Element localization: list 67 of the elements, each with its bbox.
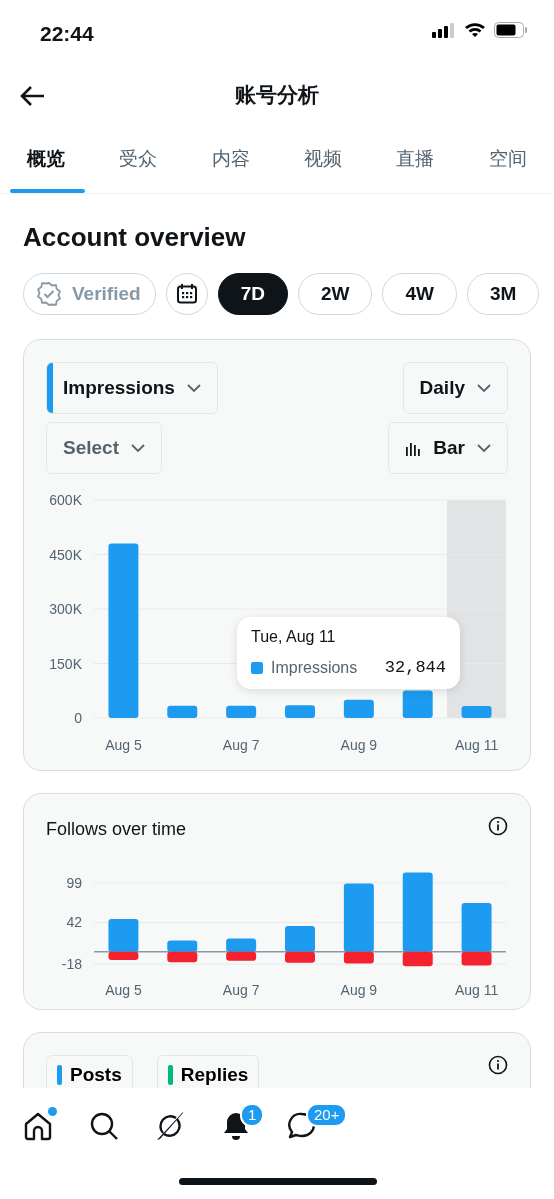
wifi-icon (464, 22, 486, 38)
tooltip-date: Tue, Aug 11 (251, 627, 337, 647)
axis-tick-label: 0 (74, 710, 82, 726)
range-chip[interactable]: 7D (217, 273, 288, 315)
battery-icon (494, 22, 528, 38)
range-chip[interactable]: 3M (466, 273, 540, 315)
bar (343, 699, 374, 718)
axis-tick-label: 300K (49, 601, 82, 617)
info-icon[interactable] (488, 816, 508, 836)
bar (461, 706, 492, 718)
bar (285, 705, 315, 718)
tab[interactable]: 受众 (92, 126, 185, 193)
verified-badge-icon (36, 281, 62, 307)
legend-toggle[interactable]: Replies (156, 1055, 260, 1088)
range-chip[interactable]: 2W (297, 273, 373, 315)
tab[interactable]: 直播 (369, 126, 462, 193)
axis-tick-label: Aug 11 (454, 982, 499, 998)
tab[interactable]: 视频 (277, 126, 370, 193)
status-time: 22:44 (40, 21, 94, 47)
axis-tick-label: Aug 11 (454, 737, 499, 753)
axis-tick-label: 150K (49, 655, 82, 672)
count-badge: 20+ (306, 1103, 348, 1127)
chevron-icon (477, 443, 491, 453)
tab[interactable]: 内容 (184, 126, 277, 193)
chevron-icon (477, 383, 491, 393)
tab[interactable]: 空间 (461, 126, 554, 193)
axis-tick-label: 99 (66, 874, 82, 891)
range-chip[interactable]: 4W (382, 273, 457, 315)
bar (226, 951, 257, 961)
calendar-icon (175, 283, 198, 305)
section-title: Account overview (23, 221, 247, 254)
tooltip-series: Impressions (271, 657, 358, 678)
bar (167, 951, 198, 963)
axis-tick-label: Aug 5 (105, 737, 142, 753)
chevron-icon (131, 443, 145, 453)
card-title: Follows over time (46, 818, 187, 841)
bar (402, 690, 433, 718)
tooltip-value: 32,844 (384, 657, 446, 679)
axis-tick-label: Aug 7 (222, 982, 260, 998)
search-icon (88, 1110, 120, 1142)
axis-tick-label: Aug 5 (105, 982, 142, 998)
tab[interactable]: 概览 (0, 126, 93, 193)
bar (167, 940, 198, 952)
dropdown[interactable]: Bar (388, 422, 508, 474)
axis-tick-label: Aug 9 (340, 737, 378, 753)
bar (226, 705, 257, 718)
back-button[interactable] (20, 83, 46, 107)
info-icon[interactable] (488, 1055, 508, 1075)
signal-icon (432, 22, 456, 38)
count-badge: 1 (240, 1103, 265, 1127)
axis-tick-label: 600K (49, 492, 82, 508)
home-icon (22, 1110, 54, 1142)
dropdown[interactable]: Daily (402, 362, 508, 414)
axis-tick-label: 450K (49, 546, 82, 563)
calendar-button[interactable] (165, 273, 208, 315)
axis-tick-label: 42 (66, 914, 82, 931)
chevron-icon (186, 383, 201, 393)
dropdown[interactable]: Select (46, 422, 162, 474)
legend-toggle[interactable]: Posts (46, 1055, 133, 1088)
bar-chart-icon (405, 440, 422, 456)
bar (167, 705, 198, 718)
dropdown[interactable]: Impressions (46, 362, 218, 414)
page-title: 账号分析 (235, 82, 319, 109)
axis-tick-label: -18 (61, 956, 82, 973)
bar (226, 938, 257, 952)
axis-tick-label: Aug 7 (222, 737, 260, 753)
axis-tick-label: Aug 9 (340, 982, 378, 998)
